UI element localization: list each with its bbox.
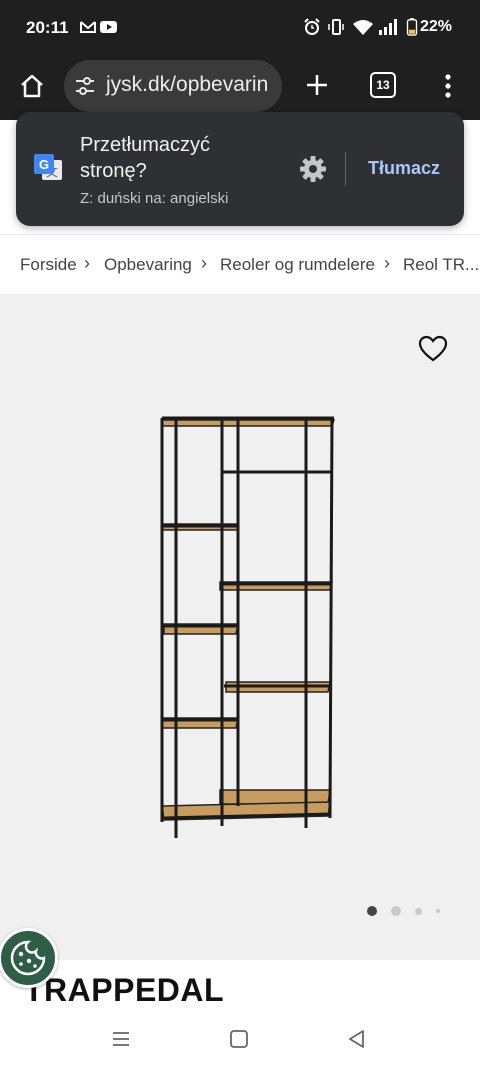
pagination-dot[interactable] bbox=[436, 909, 440, 913]
recent-apps-icon[interactable] bbox=[110, 1028, 132, 1050]
pagination-dot-active[interactable] bbox=[367, 906, 377, 916]
translate-popup: 文 G Przetłumaczyć stronę? Z: duński na: … bbox=[16, 112, 464, 226]
url-text: jysk.dk/opbevarin bbox=[106, 73, 269, 96]
home-nav-icon[interactable] bbox=[228, 1028, 250, 1050]
battery-icon bbox=[406, 18, 418, 36]
heart-icon[interactable] bbox=[418, 334, 448, 364]
chevron-right-icon: › bbox=[84, 253, 90, 273]
divider bbox=[345, 152, 346, 186]
tab-count: 13 bbox=[376, 78, 390, 92]
youtube-icon bbox=[100, 21, 117, 33]
product-title: TRAPPEDAL bbox=[24, 972, 225, 1008]
signal-icon bbox=[379, 19, 397, 35]
clock: 20:11 bbox=[26, 18, 69, 37]
browser-toolbar: jysk.dk/opbevarin 13 bbox=[0, 56, 480, 120]
new-tab-button[interactable] bbox=[300, 68, 334, 102]
breadcrumb-item[interactable]: Opbevaring bbox=[104, 255, 192, 275]
pagination-dot[interactable] bbox=[391, 906, 401, 916]
breadcrumb-item[interactable]: Forside bbox=[20, 255, 77, 275]
breadcrumb-item[interactable]: Reol TR... bbox=[403, 255, 479, 275]
home-button[interactable] bbox=[14, 68, 50, 104]
translate-title: Przetłumaczyć stronę? bbox=[80, 134, 211, 182]
home-icon bbox=[21, 74, 43, 98]
new-tab-icon bbox=[307, 75, 327, 95]
chevron-right-icon: › bbox=[201, 253, 207, 273]
svg-text:G: G bbox=[39, 157, 49, 172]
translate-language-info: Z: duński na: angielski bbox=[80, 190, 229, 207]
back-icon[interactable] bbox=[346, 1028, 368, 1050]
status-bar: 20:11 22% bbox=[0, 0, 480, 56]
cookie-settings-button[interactable] bbox=[0, 928, 58, 988]
image-pagination bbox=[360, 904, 450, 920]
more-menu-icon bbox=[445, 74, 451, 98]
vibrate-icon bbox=[328, 19, 344, 35]
translate-button[interactable]: Tłumacz bbox=[368, 158, 440, 179]
breadcrumb: Forside › Opbevaring › Reoler og rumdele… bbox=[0, 234, 480, 294]
gmail-icon bbox=[80, 21, 96, 33]
chevron-right-icon: › bbox=[384, 253, 390, 273]
battery-percent: 22% bbox=[419, 18, 452, 35]
more-menu-button[interactable] bbox=[436, 68, 460, 104]
google-translate-icon: 文 G bbox=[34, 154, 62, 180]
system-navigation-bar bbox=[0, 1010, 480, 1067]
tab-switcher-button[interactable]: 13 bbox=[370, 72, 396, 98]
cookie-icon bbox=[10, 940, 46, 976]
gear-icon[interactable] bbox=[298, 154, 328, 184]
product-image bbox=[160, 416, 336, 838]
alarm-icon bbox=[304, 18, 320, 35]
product-image-gallery[interactable] bbox=[0, 294, 480, 960]
address-bar[interactable]: jysk.dk/opbevarin bbox=[64, 60, 282, 112]
site-settings-icon[interactable] bbox=[74, 76, 96, 96]
web-page: Forside › Opbevaring › Reoler og rumdele… bbox=[0, 120, 480, 1020]
breadcrumb-item[interactable]: Reoler og rumdelere bbox=[220, 255, 375, 275]
pagination-dot[interactable] bbox=[415, 908, 422, 915]
wifi-icon bbox=[353, 20, 373, 35]
